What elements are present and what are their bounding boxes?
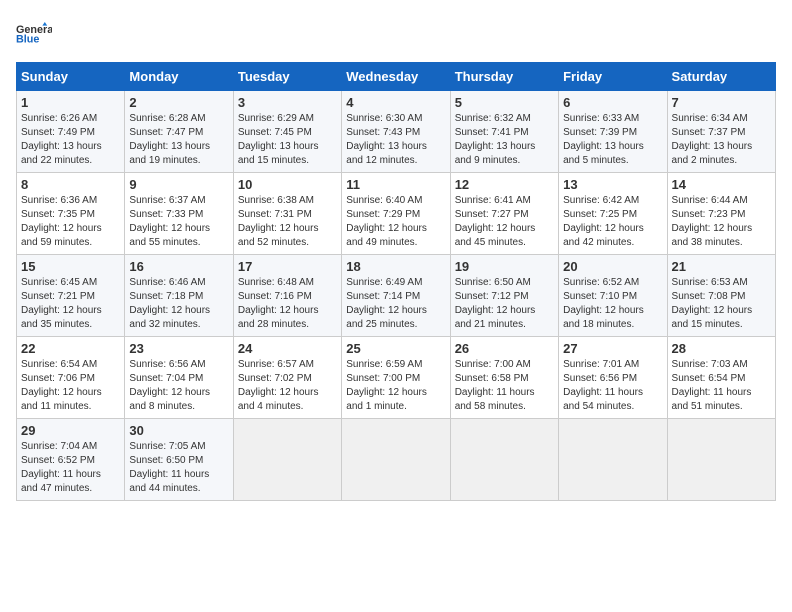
calendar-day-17: 17Sunrise: 6:48 AMSunset: 7:16 PMDayligh… bbox=[233, 255, 341, 337]
calendar-day-22: 22Sunrise: 6:54 AMSunset: 7:06 PMDayligh… bbox=[17, 337, 125, 419]
calendar-day-26: 26Sunrise: 7:00 AMSunset: 6:58 PMDayligh… bbox=[450, 337, 558, 419]
calendar-day-7: 7Sunrise: 6:34 AMSunset: 7:37 PMDaylight… bbox=[667, 91, 775, 173]
weekday-header-row: SundayMondayTuesdayWednesdayThursdayFrid… bbox=[17, 63, 776, 91]
calendar-day-11: 11Sunrise: 6:40 AMSunset: 7:29 PMDayligh… bbox=[342, 173, 450, 255]
weekday-header-wednesday: Wednesday bbox=[342, 63, 450, 91]
calendar-day-10: 10Sunrise: 6:38 AMSunset: 7:31 PMDayligh… bbox=[233, 173, 341, 255]
calendar-day-13: 13Sunrise: 6:42 AMSunset: 7:25 PMDayligh… bbox=[559, 173, 667, 255]
calendar-day-12: 12Sunrise: 6:41 AMSunset: 7:27 PMDayligh… bbox=[450, 173, 558, 255]
calendar-day-3: 3Sunrise: 6:29 AMSunset: 7:45 PMDaylight… bbox=[233, 91, 341, 173]
calendar-empty bbox=[450, 419, 558, 501]
calendar-day-8: 8Sunrise: 6:36 AMSunset: 7:35 PMDaylight… bbox=[17, 173, 125, 255]
calendar-week-row: 22Sunrise: 6:54 AMSunset: 7:06 PMDayligh… bbox=[17, 337, 776, 419]
calendar-table: SundayMondayTuesdayWednesdayThursdayFrid… bbox=[16, 62, 776, 501]
calendar-week-row: 8Sunrise: 6:36 AMSunset: 7:35 PMDaylight… bbox=[17, 173, 776, 255]
calendar-day-24: 24Sunrise: 6:57 AMSunset: 7:02 PMDayligh… bbox=[233, 337, 341, 419]
calendar-day-19: 19Sunrise: 6:50 AMSunset: 7:12 PMDayligh… bbox=[450, 255, 558, 337]
calendar-day-4: 4Sunrise: 6:30 AMSunset: 7:43 PMDaylight… bbox=[342, 91, 450, 173]
calendar-empty bbox=[559, 419, 667, 501]
calendar-day-2: 2Sunrise: 6:28 AMSunset: 7:47 PMDaylight… bbox=[125, 91, 233, 173]
calendar-day-27: 27Sunrise: 7:01 AMSunset: 6:56 PMDayligh… bbox=[559, 337, 667, 419]
logo: General Blue bbox=[16, 16, 52, 52]
calendar-empty bbox=[667, 419, 775, 501]
page-header: General Blue bbox=[16, 16, 776, 52]
calendar-day-21: 21Sunrise: 6:53 AMSunset: 7:08 PMDayligh… bbox=[667, 255, 775, 337]
calendar-day-18: 18Sunrise: 6:49 AMSunset: 7:14 PMDayligh… bbox=[342, 255, 450, 337]
weekday-header-tuesday: Tuesday bbox=[233, 63, 341, 91]
calendar-day-23: 23Sunrise: 6:56 AMSunset: 7:04 PMDayligh… bbox=[125, 337, 233, 419]
calendar-empty bbox=[342, 419, 450, 501]
weekday-header-monday: Monday bbox=[125, 63, 233, 91]
calendar-empty bbox=[233, 419, 341, 501]
calendar-day-28: 28Sunrise: 7:03 AMSunset: 6:54 PMDayligh… bbox=[667, 337, 775, 419]
weekday-header-sunday: Sunday bbox=[17, 63, 125, 91]
calendar-day-14: 14Sunrise: 6:44 AMSunset: 7:23 PMDayligh… bbox=[667, 173, 775, 255]
calendar-week-row: 1Sunrise: 6:26 AMSunset: 7:49 PMDaylight… bbox=[17, 91, 776, 173]
weekday-header-thursday: Thursday bbox=[450, 63, 558, 91]
weekday-header-saturday: Saturday bbox=[667, 63, 775, 91]
calendar-week-row: 15Sunrise: 6:45 AMSunset: 7:21 PMDayligh… bbox=[17, 255, 776, 337]
weekday-header-friday: Friday bbox=[559, 63, 667, 91]
calendar-day-20: 20Sunrise: 6:52 AMSunset: 7:10 PMDayligh… bbox=[559, 255, 667, 337]
calendar-day-25: 25Sunrise: 6:59 AMSunset: 7:00 PMDayligh… bbox=[342, 337, 450, 419]
calendar-day-9: 9Sunrise: 6:37 AMSunset: 7:33 PMDaylight… bbox=[125, 173, 233, 255]
calendar-day-29: 29Sunrise: 7:04 AMSunset: 6:52 PMDayligh… bbox=[17, 419, 125, 501]
calendar-day-5: 5Sunrise: 6:32 AMSunset: 7:41 PMDaylight… bbox=[450, 91, 558, 173]
calendar-day-30: 30Sunrise: 7:05 AMSunset: 6:50 PMDayligh… bbox=[125, 419, 233, 501]
calendar-day-15: 15Sunrise: 6:45 AMSunset: 7:21 PMDayligh… bbox=[17, 255, 125, 337]
calendar-day-6: 6Sunrise: 6:33 AMSunset: 7:39 PMDaylight… bbox=[559, 91, 667, 173]
calendar-week-row: 29Sunrise: 7:04 AMSunset: 6:52 PMDayligh… bbox=[17, 419, 776, 501]
logo-icon: General Blue bbox=[16, 16, 52, 52]
calendar-day-1: 1Sunrise: 6:26 AMSunset: 7:49 PMDaylight… bbox=[17, 91, 125, 173]
calendar-day-16: 16Sunrise: 6:46 AMSunset: 7:18 PMDayligh… bbox=[125, 255, 233, 337]
svg-text:Blue: Blue bbox=[16, 33, 39, 45]
